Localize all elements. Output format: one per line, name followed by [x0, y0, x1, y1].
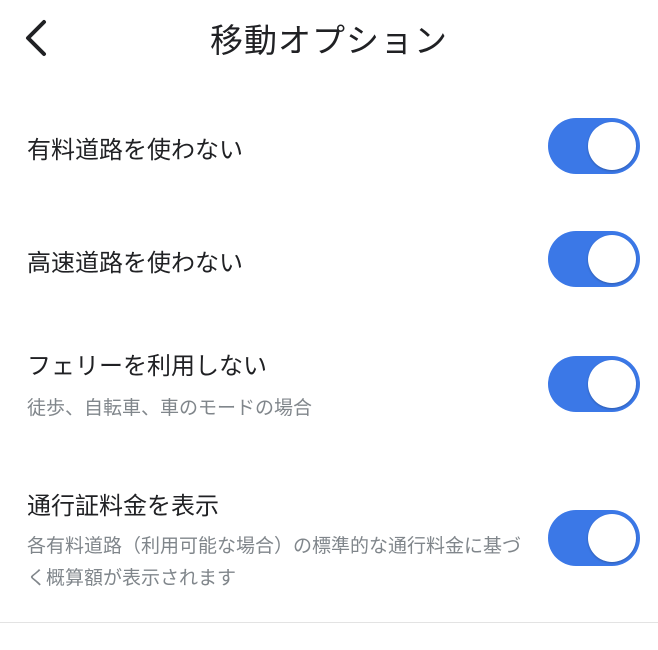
- toggle-avoid-tolls[interactable]: [548, 118, 640, 174]
- toggle-knob: [588, 235, 636, 283]
- option-description: 各有料道路（利用可能な場合）の標準的な通行料金に基づく概算額が表示されます: [27, 535, 522, 589]
- option-description: 徒歩、自転車、車のモードの場合: [27, 397, 313, 419]
- toggle-show-toll-prices[interactable]: [548, 510, 640, 566]
- header-bar: 移動オプション: [0, 0, 658, 76]
- toggle-avoid-highways[interactable]: [548, 231, 640, 287]
- page-title: 移動オプション: [210, 21, 448, 60]
- option-row-show-toll-prices: 通行証料金を表示 各有料道路（利用可能な場合）の標準的な通行料金に基づく概算額が…: [0, 470, 658, 610]
- option-label: 有料道路を使わない: [27, 136, 243, 164]
- toggle-knob: [588, 514, 636, 562]
- divider: [0, 622, 658, 623]
- toggle-avoid-ferries[interactable]: [548, 356, 640, 412]
- option-label: フェリーを利用しない: [27, 352, 267, 380]
- option-row-avoid-ferries: フェリーを利用しない 徒歩、自転車、車のモードの場合: [0, 330, 658, 440]
- toggle-knob: [588, 360, 636, 408]
- option-row-avoid-tolls: 有料道路を使わない: [0, 100, 658, 200]
- option-label: 高速道路を使わない: [27, 249, 243, 277]
- toggle-knob: [588, 122, 636, 170]
- option-label: 通行証料金を表示: [27, 492, 219, 520]
- option-row-avoid-highways: 高速道路を使わない: [0, 213, 658, 313]
